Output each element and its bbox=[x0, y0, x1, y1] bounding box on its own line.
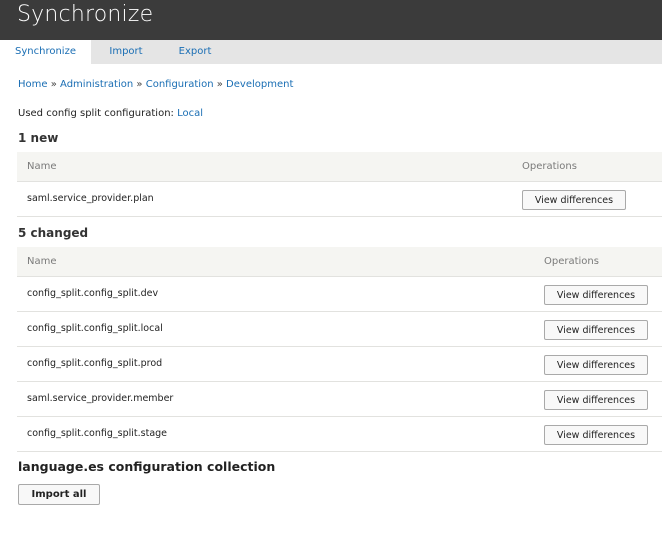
used-config-split: Used config split configuration: Local bbox=[18, 108, 203, 119]
config-name: config_split.config_split.local bbox=[27, 323, 163, 334]
column-header-name: Name bbox=[27, 161, 57, 172]
config-name: saml.service_provider.plan bbox=[27, 193, 154, 204]
breadcrumb-administration[interactable]: Administration bbox=[60, 79, 133, 90]
breadcrumb-home[interactable]: Home bbox=[18, 79, 48, 90]
breadcrumb-separator: » bbox=[216, 79, 223, 90]
breadcrumb-separator: » bbox=[50, 79, 57, 90]
table-row: config_split.config_split.prod View diff… bbox=[17, 347, 662, 382]
table-row: config_split.config_split.stage View dif… bbox=[17, 417, 662, 452]
breadcrumb-separator: » bbox=[136, 79, 143, 90]
view-differences-button[interactable]: View differences bbox=[522, 190, 626, 210]
table-row: saml.service_provider.plan View differen… bbox=[17, 182, 662, 217]
new-items-table: Name Operations saml.service_provider.pl… bbox=[17, 152, 662, 217]
column-header-operations: Operations bbox=[522, 161, 577, 172]
collection-title: language.es configuration collection bbox=[18, 459, 276, 474]
tab-export[interactable]: Export bbox=[161, 40, 229, 64]
table-row: config_split.config_split.local View dif… bbox=[17, 312, 662, 347]
breadcrumb: Home » Administration » Configuration » … bbox=[18, 79, 293, 90]
breadcrumb-configuration[interactable]: Configuration bbox=[146, 79, 214, 90]
view-differences-button[interactable]: View differences bbox=[544, 285, 648, 305]
new-section-title: 1 new bbox=[18, 131, 59, 145]
tab-import[interactable]: Import bbox=[91, 40, 161, 64]
changed-section-title: 5 changed bbox=[18, 226, 89, 240]
page-header: Synchronize bbox=[0, 0, 662, 40]
used-config-link[interactable]: Local bbox=[177, 108, 203, 119]
column-header-name: Name bbox=[27, 256, 57, 267]
view-differences-button[interactable]: View differences bbox=[544, 390, 648, 410]
config-name: config_split.config_split.prod bbox=[27, 358, 163, 369]
view-differences-button[interactable]: View differences bbox=[544, 320, 648, 340]
view-differences-button[interactable]: View differences bbox=[544, 425, 648, 445]
used-config-label: Used config split configuration: bbox=[18, 108, 174, 119]
table-row: config_split.config_split.dev View diffe… bbox=[17, 277, 662, 312]
changed-items-table: Name Operations config_split.config_spli… bbox=[17, 247, 662, 452]
tab-synchronize[interactable]: Synchronize bbox=[0, 40, 91, 64]
config-name: saml.service_provider.member bbox=[27, 393, 174, 404]
table-header: Name Operations bbox=[17, 152, 662, 182]
tab-bar: Synchronize Import Export bbox=[0, 40, 662, 64]
breadcrumb-development[interactable]: Development bbox=[226, 79, 293, 90]
column-header-operations: Operations bbox=[544, 256, 599, 267]
import-all-button[interactable]: Import all bbox=[18, 484, 100, 505]
page-title: Synchronize bbox=[17, 2, 154, 27]
table-header: Name Operations bbox=[17, 247, 662, 277]
config-name: config_split.config_split.dev bbox=[27, 288, 159, 299]
config-name: config_split.config_split.stage bbox=[27, 428, 168, 439]
view-differences-button[interactable]: View differences bbox=[544, 355, 648, 375]
table-row: saml.service_provider.member View differ… bbox=[17, 382, 662, 417]
